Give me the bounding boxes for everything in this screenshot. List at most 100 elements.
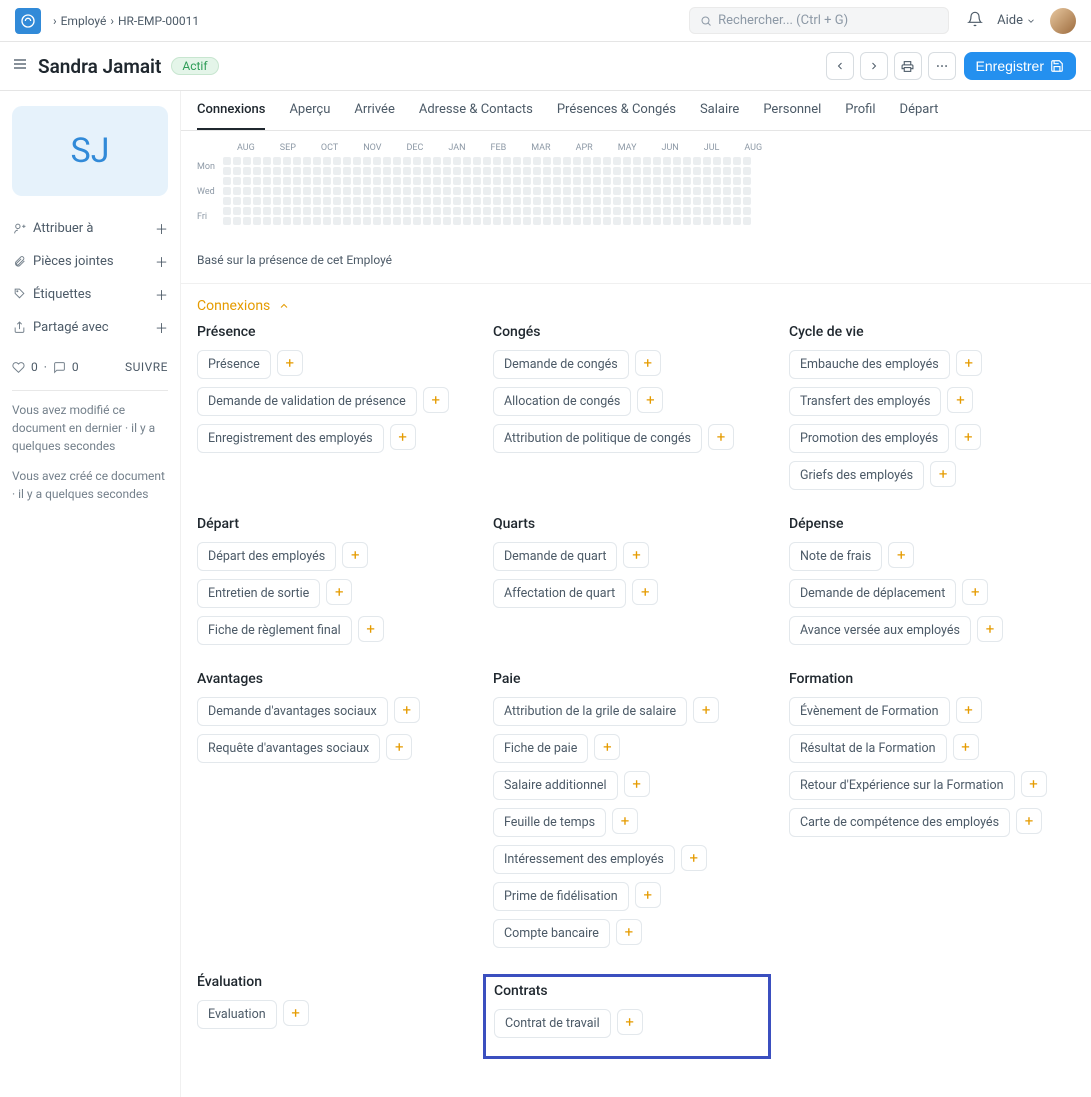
link-pill[interactable]: Demande de validation de présence [197,387,417,416]
add-button[interactable]: + [930,461,956,487]
likes-comments[interactable]: 0 · 0 [12,360,79,374]
more-button[interactable] [928,52,956,80]
prev-button[interactable] [826,52,854,80]
add-button[interactable]: + [635,882,661,908]
link-pill[interactable]: Présence [197,350,271,379]
link-pill[interactable]: Feuille de temps [493,808,606,837]
add-button[interactable]: + [947,387,973,413]
link-pill[interactable]: Demande de déplacement [789,579,956,608]
link-pill[interactable]: Demande d'avantages sociaux [197,697,388,726]
assign-row[interactable]: Attribuer à ＋ [12,212,168,245]
breadcrumb-level2[interactable]: HR-EMP-00011 [118,14,199,28]
bell-icon[interactable] [967,11,983,31]
next-button[interactable] [860,52,888,80]
add-button[interactable]: + [624,771,650,797]
add-button[interactable]: + [617,1009,643,1035]
link-pill[interactable]: Contrat de travail [494,1009,611,1038]
add-button[interactable]: + [1016,808,1042,834]
add-button[interactable]: + [635,350,661,376]
add-button[interactable]: + [1021,771,1047,797]
link-pill[interactable]: Demande de quart [493,542,617,571]
add-button[interactable]: + [623,542,649,568]
link-pill[interactable]: Prime de fidélisation [493,882,629,911]
tab-aper-u[interactable]: Aperçu [289,91,330,130]
link-pill[interactable]: Attribution de la grile de salaire [493,697,687,726]
add-button[interactable]: + [394,697,420,723]
add-button[interactable]: + [386,734,412,760]
print-button[interactable] [894,52,922,80]
link-pill[interactable]: Retour d'Expérience sur la Formation [789,771,1015,800]
link-pill[interactable]: Salaire additionnel [493,771,618,800]
link-pill[interactable]: Départ des employés [197,542,336,571]
link-pill[interactable]: Transfert des employés [789,387,942,416]
link-pill[interactable]: Intéressement des employés [493,845,675,874]
breadcrumb-level1[interactable]: Employé [61,14,107,28]
add-button[interactable]: + [277,350,303,376]
add-button[interactable]: + [681,845,707,871]
tab-pr-sences-cong-s[interactable]: Présences & Congés [557,91,676,130]
save-button[interactable]: Enregistrer [964,52,1076,80]
link-pill[interactable]: Fiche de règlement final [197,616,352,645]
add-button[interactable]: + [283,1000,309,1026]
add-button[interactable]: + [953,734,979,760]
tab-connexions[interactable]: Connexions [197,91,265,130]
add-button[interactable]: + [390,424,416,450]
plus-icon[interactable]: ＋ [155,252,168,271]
tab-d-part[interactable]: Départ [900,91,939,130]
add-button[interactable]: + [962,579,988,605]
follow-button[interactable]: SUIVRE [125,360,168,374]
link-pill[interactable]: Carte de compétence des employés [789,808,1010,837]
link-pill[interactable]: Griefs des employés [789,461,924,490]
help-link[interactable]: Aide [997,13,1036,28]
tab-salaire[interactable]: Salaire [700,91,739,130]
add-button[interactable]: + [955,424,981,450]
heatmap-cell [623,207,631,215]
add-button[interactable]: + [326,579,352,605]
add-button[interactable]: + [956,350,982,376]
add-button[interactable]: + [693,697,719,723]
plus-icon[interactable]: ＋ [155,285,168,304]
add-button[interactable]: + [616,919,642,945]
tab-profil[interactable]: Profil [845,91,875,130]
shared-row[interactable]: Partagé avec ＋ [12,311,168,344]
add-button[interactable]: + [594,734,620,760]
link-pill[interactable]: Évènement de Formation [789,697,950,726]
app-logo[interactable] [15,8,41,34]
plus-icon[interactable]: ＋ [155,318,168,337]
link-pill[interactable]: Compte bancaire [493,919,610,948]
link-pill[interactable]: Allocation de congés [493,387,631,416]
link-pill[interactable]: Fiche de paie [493,734,588,763]
add-button[interactable]: + [632,579,658,605]
link-pill[interactable]: Note de frais [789,542,882,571]
tab-adresse-contacts[interactable]: Adresse & Contacts [419,91,533,130]
add-button[interactable]: + [888,542,914,568]
link-pill[interactable]: Evaluation [197,1000,277,1029]
link-pill[interactable]: Attribution de politique de congés [493,424,702,453]
menu-icon[interactable] [12,56,28,76]
tab-arriv-e[interactable]: Arrivée [354,91,394,130]
link-pill[interactable]: Affectation de quart [493,579,626,608]
add-button[interactable]: + [956,697,982,723]
add-button[interactable]: + [342,542,368,568]
plus-icon[interactable]: ＋ [155,219,168,238]
add-button[interactable]: + [358,616,384,642]
link-pill[interactable]: Résultat de la Formation [789,734,947,763]
add-button[interactable]: + [612,808,638,834]
link-pill[interactable]: Demande de congés [493,350,629,379]
tab-personnel[interactable]: Personnel [763,91,821,130]
link-pill[interactable]: Avance versée aux employés [789,616,971,645]
link-pill[interactable]: Embauche des employés [789,350,950,379]
user-avatar[interactable] [1050,8,1076,34]
connexions-header[interactable]: Connexions [181,283,1091,324]
add-button[interactable]: + [423,387,449,413]
link-pill[interactable]: Requête d'avantages sociaux [197,734,380,763]
add-button[interactable]: + [637,387,663,413]
add-button[interactable]: + [977,616,1003,642]
tags-row[interactable]: Étiquettes ＋ [12,278,168,311]
add-button[interactable]: + [708,424,734,450]
search-input[interactable]: Rechercher... (Ctrl + G) [689,7,949,34]
attachments-row[interactable]: Pièces jointes ＋ [12,245,168,278]
link-pill[interactable]: Entretien de sortie [197,579,320,608]
link-pill[interactable]: Promotion des employés [789,424,949,453]
link-pill[interactable]: Enregistrement des employés [197,424,384,453]
